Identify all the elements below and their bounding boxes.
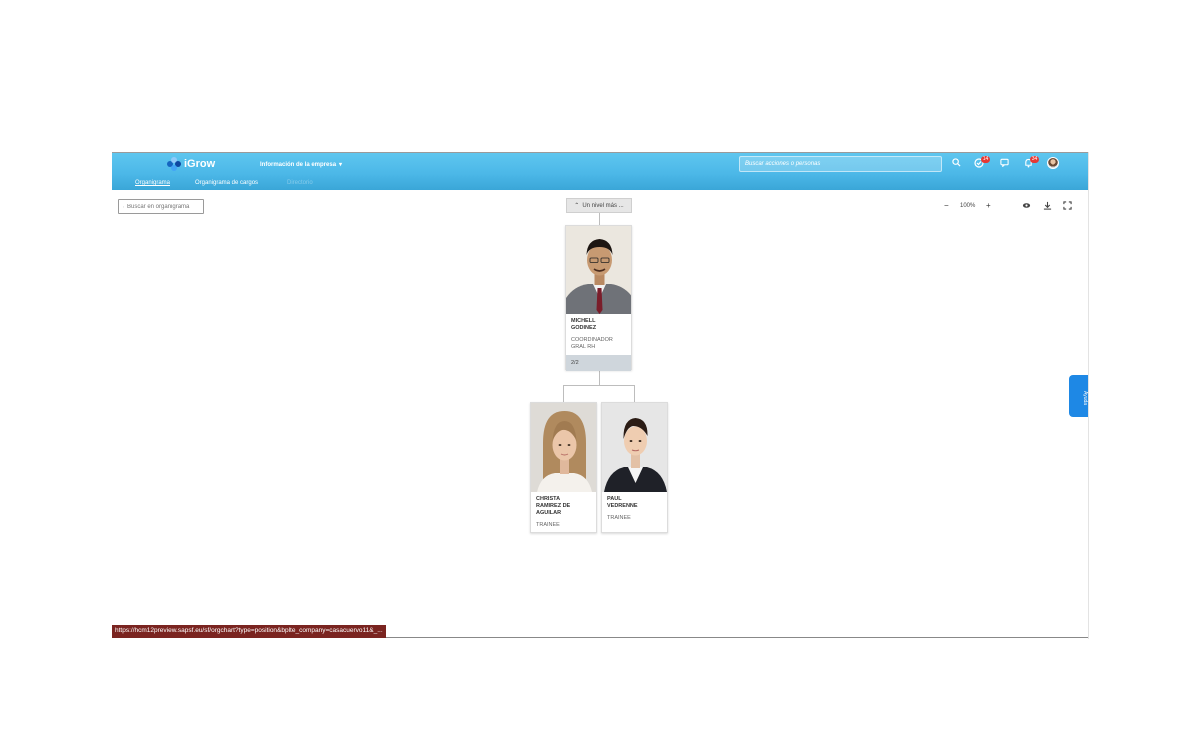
employee-name: PAUL VEDRENNE xyxy=(607,496,663,510)
tab-organigrama-cargos[interactable]: Organigrama de cargos xyxy=(195,180,258,186)
brand-logo[interactable]: iGrow xyxy=(167,157,215,171)
org-search-input[interactable] xyxy=(127,203,199,210)
tab-directorio[interactable]: Directorio xyxy=(287,180,313,186)
search-icon[interactable] xyxy=(950,158,962,170)
org-node-report[interactable]: CHRISTA RAMIREZ DE AGUILAR TRAINEE xyxy=(530,402,597,533)
chat-icon[interactable] xyxy=(998,158,1010,170)
up-one-level-button[interactable]: ⌃ Un nivel más ... xyxy=(566,198,632,213)
employee-role: COORDINADOR GRAL RH xyxy=(571,337,627,351)
igrow-logo-icon xyxy=(167,157,181,171)
org-node-manager[interactable]: MICHELL GODINEZ COORDINADOR GRAL RH 2/2 xyxy=(565,225,632,371)
top-navigation-bar: iGrow Información de la empresa ▾ Buscar… xyxy=(112,152,1088,190)
org-search-field[interactable] xyxy=(118,199,204,214)
search-icon xyxy=(123,206,124,207)
employee-last-name: GODINEZ xyxy=(571,325,597,331)
employee-photo xyxy=(566,226,631,314)
employee-name: CHRISTA RAMIREZ DE AGUILAR xyxy=(536,496,592,517)
user-avatar[interactable] xyxy=(1047,157,1059,169)
connector-line xyxy=(563,385,564,402)
employee-role-line-2: GRAL RH xyxy=(571,344,596,350)
notifications-badge: 34 xyxy=(1030,156,1039,163)
org-node-report[interactable]: PAUL VEDRENNE TRAINEE xyxy=(601,402,668,533)
global-search-input[interactable]: Buscar acciones o personas xyxy=(739,156,942,172)
employee-name-line-3: AGUILAR xyxy=(536,510,562,516)
company-info-menu[interactable]: Información de la empresa ▾ xyxy=(260,161,343,169)
direct-reports-count[interactable]: 2/2 xyxy=(566,355,631,371)
employee-photo xyxy=(531,403,596,492)
employee-role: TRAINEE xyxy=(607,515,631,521)
employee-role: TRAINEE xyxy=(536,522,560,528)
chevron-up-icon: ⌃ xyxy=(574,203,580,209)
zoom-out-button[interactable]: − xyxy=(944,201,949,210)
employee-name-line-1: PAUL xyxy=(607,496,622,502)
employee-name-line-2: RAMIREZ DE xyxy=(536,503,571,509)
employee-name-line-1: CHRISTA xyxy=(536,496,561,502)
link-status-bar: https://hcm12preview.sapsf.eu/sf/orgchar… xyxy=(112,625,386,638)
zoom-level: 100% xyxy=(960,203,976,209)
employee-photo xyxy=(602,403,667,492)
zoom-in-button[interactable]: + xyxy=(986,201,991,210)
connector-line xyxy=(563,385,635,386)
brand-name: iGrow xyxy=(184,158,216,170)
tab-organigrama[interactable]: Organigrama xyxy=(135,180,170,186)
connector-line xyxy=(599,213,600,225)
feedback-tab[interactable]: Ayuda xyxy=(1069,375,1088,417)
employee-name: MICHELL GODINEZ xyxy=(571,318,627,332)
fullscreen-icon[interactable] xyxy=(1063,201,1072,212)
approvals-badge: 14 xyxy=(981,156,990,163)
employee-role-line-1: COORDINADOR xyxy=(571,337,613,343)
app-window: iGrow Información de la empresa ▾ Buscar… xyxy=(112,152,1089,639)
connector-line xyxy=(634,385,635,402)
connector-line xyxy=(599,370,600,385)
employee-first-name: MICHELL xyxy=(571,318,596,324)
chevron-down-icon: ▾ xyxy=(339,162,343,168)
download-icon[interactable] xyxy=(1043,201,1052,212)
up-one-level-label: Un nivel más ... xyxy=(582,202,624,209)
employee-name-line-2: VEDRENNE xyxy=(607,503,638,509)
company-info-label: Información de la empresa xyxy=(260,161,337,168)
eye-icon[interactable] xyxy=(1022,201,1031,212)
